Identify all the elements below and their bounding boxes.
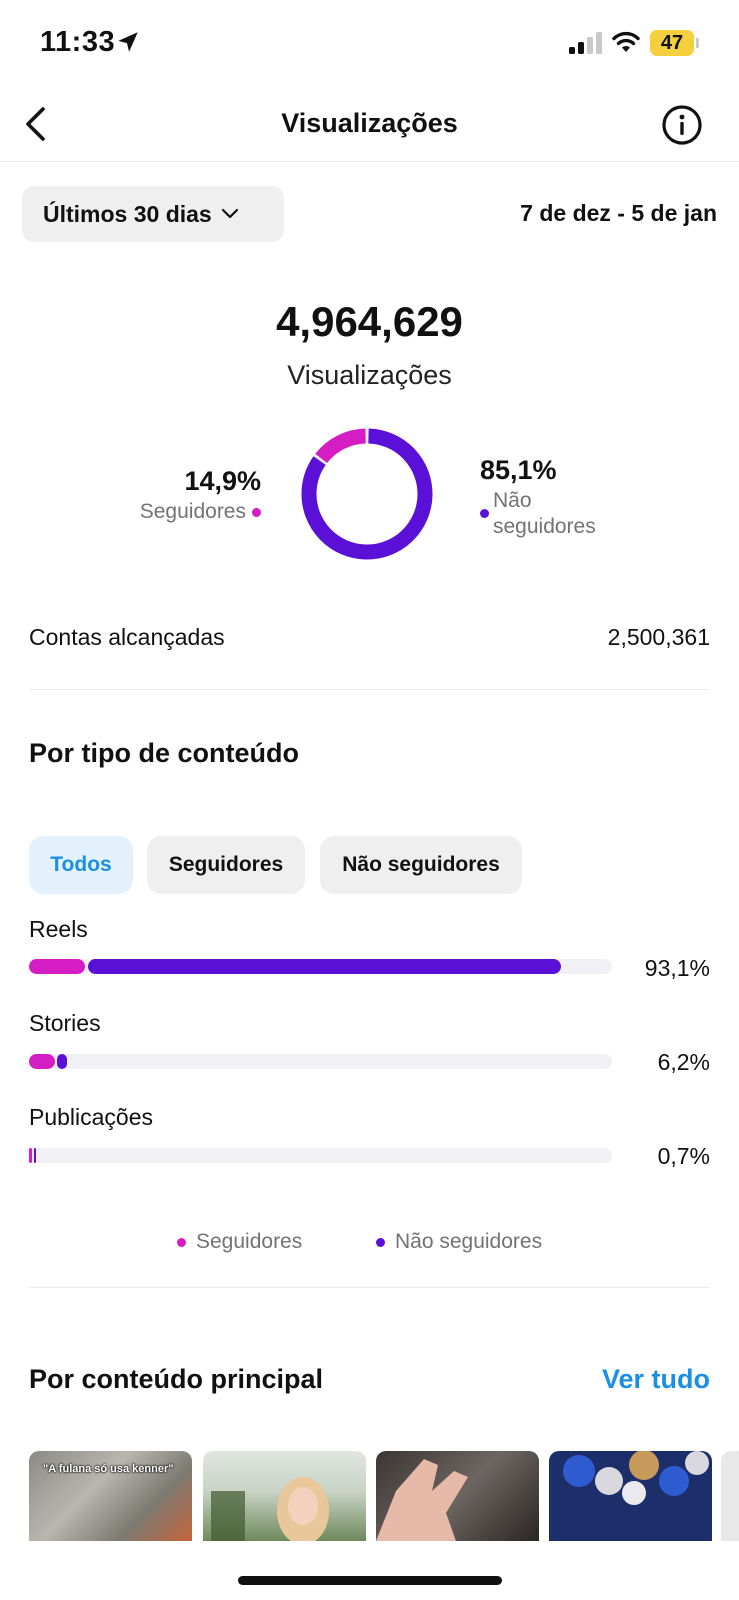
non-followers-label: Não seguidores	[493, 489, 596, 538]
accounts-reached-label: Contas alcançadas	[29, 624, 225, 650]
thumbnail-peek	[721, 1451, 739, 1541]
donut-segment-followers	[301, 428, 433, 560]
legend-non-followers-label: Não seguidores	[395, 1230, 543, 1253]
see-all-link[interactable]: Ver tudo	[602, 1364, 710, 1395]
reels-percentage: 93,1%	[644, 955, 710, 981]
info-icon[interactable]	[661, 104, 703, 146]
non-followers-percentage: 85,1%	[480, 455, 557, 485]
content-thumbnail[interactable]: "A fulana só usa kenner"	[29, 1451, 192, 1541]
divider	[29, 1287, 710, 1288]
posts-bar-non-followers	[34, 1148, 36, 1163]
tab-followers[interactable]: Seguidores	[147, 836, 305, 894]
legend-followers: Seguidores	[177, 1230, 302, 1254]
battery-cap	[696, 38, 699, 48]
hand-photo	[376, 1459, 468, 1541]
stories-bar-non-followers	[57, 1054, 67, 1069]
followers-percentage: 14,9%	[184, 466, 261, 496]
posts-bar	[29, 1148, 612, 1163]
status-bar: 11:33 47	[0, 0, 739, 90]
posts-percentage: 0,7%	[657, 1143, 710, 1169]
person-photo	[211, 1477, 329, 1541]
content-thumbnail[interactable]	[549, 1451, 712, 1541]
posts-bar-followers	[29, 1148, 32, 1163]
legend-followers-dot	[177, 1237, 186, 1247]
posts-label: Publicações	[29, 1104, 154, 1130]
tab-all[interactable]: Todos	[29, 836, 133, 894]
reels-label: Reels	[29, 916, 88, 942]
legend-non-followers-dot	[376, 1237, 385, 1247]
total-views-label: Visualizações	[287, 360, 452, 390]
location-arrow-icon	[118, 32, 138, 52]
tab-non-followers[interactable]: Não seguidores	[320, 836, 522, 894]
stories-label: Stories	[29, 1010, 101, 1036]
content-thumbnail[interactable]	[203, 1451, 366, 1541]
followers-label: Seguidores	[139, 500, 246, 523]
status-time: 11:33	[40, 26, 116, 58]
stories-percentage: 6,2%	[657, 1049, 710, 1075]
reels-bar	[29, 959, 612, 974]
followers-legend: Seguidores	[140, 500, 261, 524]
thumbnail-caption: "A fulana só usa kenner"	[43, 1463, 174, 1475]
navigation-bar: Visualizações	[0, 90, 739, 162]
wifi-icon	[612, 31, 640, 52]
total-views-value: 4,964,629	[276, 298, 463, 345]
followers-dot	[252, 507, 261, 517]
reels-bar-non-followers	[88, 959, 561, 974]
reels-bar-followers	[29, 959, 85, 974]
date-range: 7 de dez - 5 de jan	[520, 200, 717, 226]
content-type-section-title: Por tipo de conteúdo	[29, 738, 299, 768]
accounts-reached-row: Contas alcançadas 2,500,361	[29, 624, 710, 651]
page-title: Visualizações	[281, 108, 458, 138]
legend-followers-label: Seguidores	[196, 1230, 303, 1253]
content-thumbnail[interactable]	[376, 1451, 539, 1541]
followers-donut-chart	[301, 428, 433, 560]
stories-bar-followers	[29, 1054, 55, 1069]
top-content-section-title: Por conteúdo principal	[29, 1364, 324, 1394]
period-dropdown[interactable]: Últimos 30 dias	[22, 186, 284, 242]
battery-indicator: 47	[650, 30, 694, 56]
period-label: Últimos 30 dias	[43, 200, 212, 227]
balloons-photo	[563, 1451, 709, 1505]
legend-non-followers: Não seguidores	[376, 1230, 542, 1254]
cellular-signal-icon	[569, 32, 602, 54]
home-indicator	[238, 1576, 502, 1585]
stories-bar	[29, 1054, 612, 1069]
divider	[29, 689, 710, 690]
chevron-down-icon	[221, 208, 238, 219]
non-followers-dot	[480, 509, 489, 518]
accounts-reached-value: 2,500,361	[607, 624, 710, 650]
